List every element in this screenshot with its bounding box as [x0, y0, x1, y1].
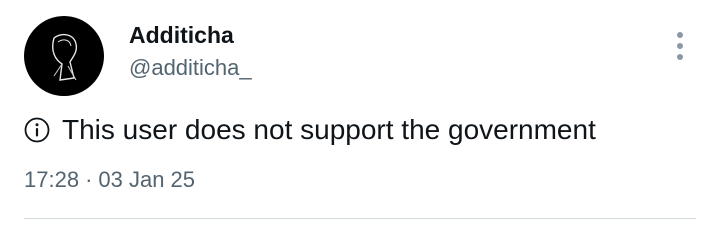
divider [24, 218, 696, 219]
tweet-date[interactable]: 03 Jan 25 [98, 167, 195, 192]
tweet-time[interactable]: 17:28 [24, 167, 79, 192]
more-options-button[interactable] [664, 28, 696, 64]
more-vertical-icon [677, 32, 683, 38]
display-name[interactable]: Additicha [129, 21, 234, 49]
notice-text: This user does not support the governmen… [62, 114, 596, 145]
tweet-card: Additicha @additicha_ This user does not… [0, 0, 720, 240]
tweet-timestamp: 17:28 · 03 Jan 25 [24, 165, 195, 195]
user-handle[interactable]: @additicha_ [129, 54, 252, 82]
avatar-silhouette-icon [52, 33, 78, 81]
avatar[interactable] [24, 16, 104, 96]
more-vertical-icon-dot [677, 43, 683, 49]
meta-separator: · [85, 167, 93, 192]
more-vertical-icon-dot [677, 54, 683, 60]
info-circle-icon [24, 117, 50, 143]
